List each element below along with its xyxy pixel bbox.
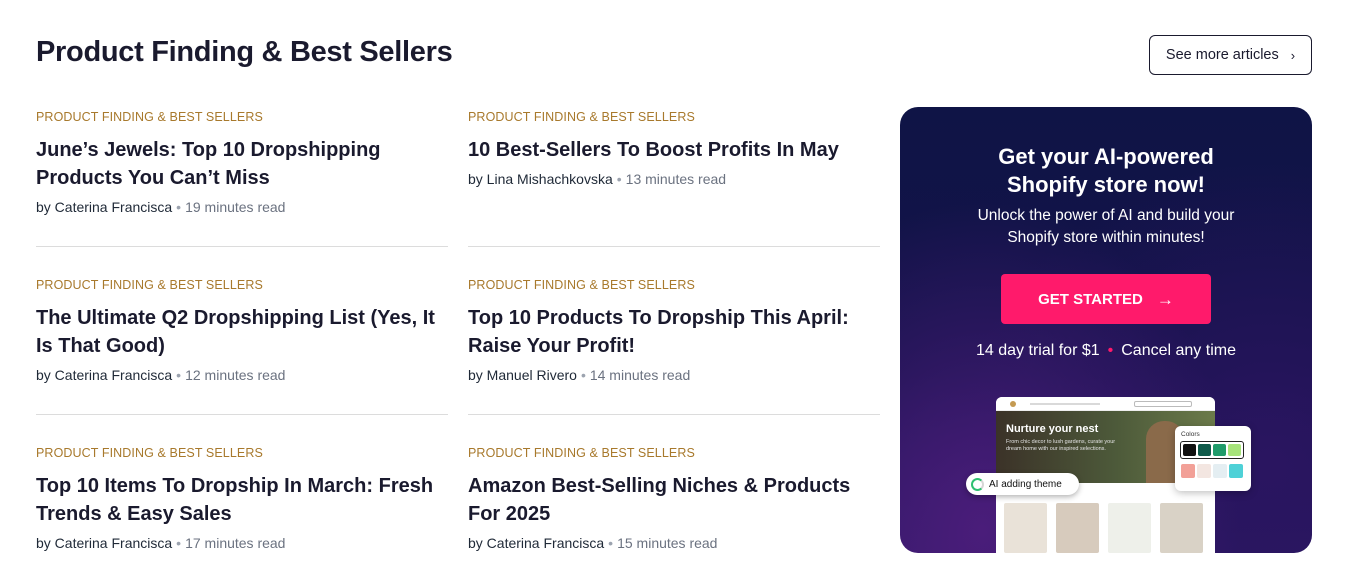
meta-separator: • xyxy=(176,199,182,215)
article-author[interactable]: by Manuel Rivero xyxy=(468,367,577,383)
article-title[interactable]: The Ultimate Q2 Dropshipping List (Yes, … xyxy=(36,304,448,360)
article-meta: by Manuel Rivero • 14 minutes read xyxy=(468,367,880,383)
article-read-time: 12 minutes read xyxy=(185,367,286,383)
mockup-product-image xyxy=(1160,503,1203,553)
article-category[interactable]: PRODUCT FINDING & BEST SELLERS xyxy=(468,110,880,124)
article-meta: by Caterina Francisca • 17 minutes read xyxy=(36,535,448,551)
mockup-hero-text: From chic decor to lush gardens, curate … xyxy=(1006,439,1116,452)
ai-adding-theme-chip: AI adding theme xyxy=(966,473,1079,495)
meta-separator: • xyxy=(608,535,614,551)
trial-text: 14 day trial for $1 xyxy=(976,342,1100,359)
ai-chip-label: AI adding theme xyxy=(989,478,1062,490)
swatch xyxy=(1229,464,1243,478)
article-title[interactable]: 10 Best-Sellers To Boost Profits In May xyxy=(468,136,880,164)
mockup-product-image xyxy=(1108,503,1151,553)
divider xyxy=(468,246,880,247)
promo-subtitle: Unlock the power of AI and build your Sh… xyxy=(977,207,1235,246)
promo-banner: Get your AI-powered Shopify store now! U… xyxy=(900,107,1312,553)
swatch xyxy=(1183,444,1196,456)
article-read-time: 19 minutes read xyxy=(185,199,286,215)
article-title[interactable]: Amazon Best-Selling Niches & Products Fo… xyxy=(468,472,880,528)
article-title[interactable]: Top 10 Items To Dropship In March: Fresh… xyxy=(36,472,448,528)
mockup-product-image xyxy=(1056,503,1099,553)
article-card[interactable]: PRODUCT FINDING & BEST SELLERS Top 10 Pr… xyxy=(468,278,880,383)
article-title[interactable]: June’s Jewels: Top 10 Dropshipping Produ… xyxy=(36,136,448,192)
mockup-logo-icon xyxy=(1010,401,1016,407)
article-read-time: 15 minutes read xyxy=(617,535,718,551)
article-category[interactable]: PRODUCT FINDING & BEST SELLERS xyxy=(468,278,880,292)
meta-separator: • xyxy=(176,367,182,383)
see-more-articles-button[interactable]: See more articles › xyxy=(1149,35,1312,75)
article-card[interactable]: PRODUCT FINDING & BEST SELLERS June’s Je… xyxy=(36,110,448,215)
article-author[interactable]: by Caterina Francisca xyxy=(36,535,172,551)
article-meta: by Caterina Francisca • 12 minutes read xyxy=(36,367,448,383)
divider xyxy=(36,246,448,247)
article-card[interactable]: PRODUCT FINDING & BEST SELLERS Amazon Be… xyxy=(468,446,880,551)
article-author[interactable]: by Caterina Francisca xyxy=(468,535,604,551)
mockup-products xyxy=(1004,503,1204,553)
mockup-hero-title: Nurture your nest xyxy=(1006,423,1099,435)
swatch xyxy=(1197,464,1211,478)
cancel-text: Cancel any time xyxy=(1121,342,1236,359)
divider xyxy=(36,414,448,415)
article-card[interactable]: PRODUCT FINDING & BEST SELLERS Top 10 It… xyxy=(36,446,448,551)
article-author[interactable]: by Caterina Francisca xyxy=(36,367,172,383)
palette-selected xyxy=(1180,441,1244,459)
divider xyxy=(468,414,880,415)
article-author[interactable]: by Lina Mishachkovska xyxy=(468,171,613,187)
article-read-time: 14 minutes read xyxy=(589,367,691,383)
colors-palette-card: Colors xyxy=(1175,426,1251,491)
mockup-nav-links xyxy=(1030,403,1100,405)
trial-separator: • xyxy=(1107,342,1114,359)
meta-separator: • xyxy=(616,171,622,187)
article-meta: by Lina Mishachkovska • 13 minutes read xyxy=(468,171,880,187)
article-meta: by Caterina Francisca • 15 minutes read xyxy=(468,535,880,551)
section-title: Product Finding & Best Sellers xyxy=(36,36,453,68)
trial-info: 14 day trial for $1 • Cancel any time xyxy=(900,342,1312,360)
article-category[interactable]: PRODUCT FINDING & BEST SELLERS xyxy=(468,446,880,460)
get-started-button[interactable]: GET STARTED → xyxy=(1001,274,1211,324)
swatch xyxy=(1213,444,1226,456)
meta-separator: • xyxy=(176,535,182,551)
meta-separator: • xyxy=(580,367,586,383)
mockup-product-image xyxy=(1004,503,1047,553)
swatch xyxy=(1213,464,1227,478)
mockup-nav xyxy=(996,397,1215,411)
article-card[interactable]: PRODUCT FINDING & BEST SELLERS The Ultim… xyxy=(36,278,448,383)
article-category[interactable]: PRODUCT FINDING & BEST SELLERS xyxy=(36,110,448,124)
arrow-right-icon: → xyxy=(1156,289,1174,309)
article-category[interactable]: PRODUCT FINDING & BEST SELLERS xyxy=(36,278,448,292)
article-meta: by Caterina Francisca • 19 minutes read xyxy=(36,199,448,215)
article-read-time: 13 minutes read xyxy=(625,171,727,187)
palette-option xyxy=(1181,464,1243,478)
colors-label: Colors xyxy=(1181,431,1200,438)
article-card[interactable]: PRODUCT FINDING & BEST SELLERS 10 Best-S… xyxy=(468,110,880,187)
swatch xyxy=(1198,444,1211,456)
article-author[interactable]: by Caterina Francisca xyxy=(36,199,172,215)
cta-label: GET STARTED xyxy=(1038,290,1143,308)
chevron-right-icon: › xyxy=(1290,47,1296,63)
swatch xyxy=(1228,444,1241,456)
swatch xyxy=(1181,464,1195,478)
article-read-time: 17 minutes read xyxy=(185,535,286,551)
article-title[interactable]: Top 10 Products To Dropship This April: … xyxy=(468,304,880,360)
article-category[interactable]: PRODUCT FINDING & BEST SELLERS xyxy=(36,446,448,460)
see-more-label: See more articles xyxy=(1165,47,1279,63)
promo-title: Get your AI-powered Shopify store now! xyxy=(998,144,1214,197)
loading-spinner-icon xyxy=(971,477,984,491)
mockup-search-icon xyxy=(1134,401,1192,407)
